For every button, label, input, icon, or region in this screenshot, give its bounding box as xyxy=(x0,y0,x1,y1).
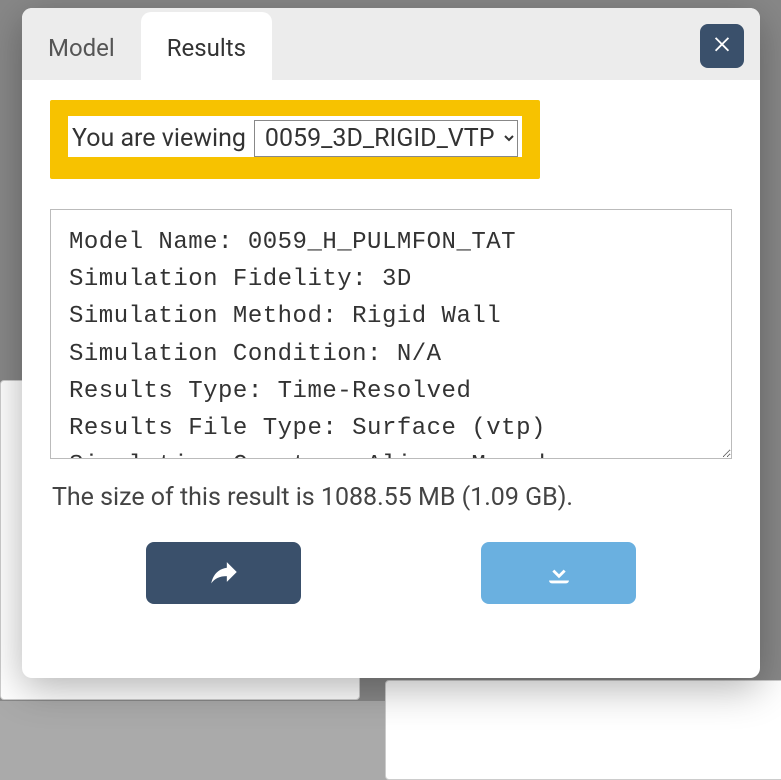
viewing-label: You are viewing xyxy=(72,124,246,153)
share-icon xyxy=(207,555,241,592)
modal-body: You are viewing 0059_3D_RIGID_VTP Model … xyxy=(22,80,760,678)
tab-bar: Model Results xyxy=(22,8,272,80)
result-details-textarea[interactable]: Model Name: 0059_H_PULMFON_TAT Simulatio… xyxy=(50,209,732,459)
result-select[interactable]: 0059_3D_RIGID_VTP xyxy=(254,120,518,157)
action-buttons xyxy=(50,542,732,604)
close-button[interactable] xyxy=(700,24,744,68)
download-icon xyxy=(542,555,576,592)
tab-model[interactable]: Model xyxy=(22,12,141,80)
background-card xyxy=(385,680,781,780)
download-button[interactable] xyxy=(481,542,636,604)
viewing-row: You are viewing 0059_3D_RIGID_VTP xyxy=(68,116,522,157)
tab-results[interactable]: Results xyxy=(141,12,272,80)
result-size-text: The size of this result is 1088.55 MB (1… xyxy=(50,483,732,512)
modal-header: Model Results xyxy=(22,8,760,80)
viewing-highlight: You are viewing 0059_3D_RIGID_VTP xyxy=(50,100,540,179)
results-modal: Model Results You are viewing 0059_3D_RI… xyxy=(22,8,760,678)
share-button[interactable] xyxy=(146,542,301,604)
close-icon xyxy=(711,32,733,61)
